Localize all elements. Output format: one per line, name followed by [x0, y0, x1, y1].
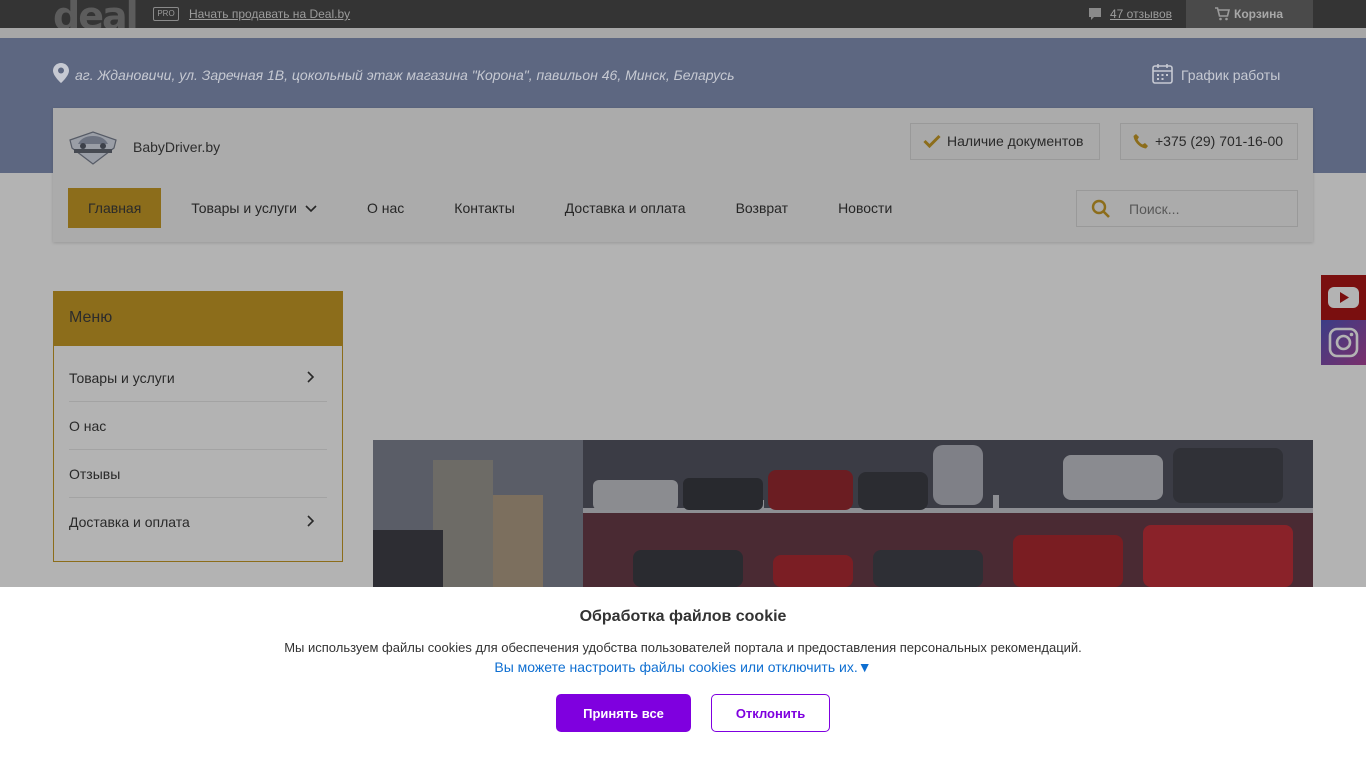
- brand-logo[interactable]: [68, 128, 118, 166]
- cart-label: Корзина: [1234, 7, 1284, 21]
- schedule-link[interactable]: График работы: [1152, 63, 1280, 84]
- accept-all-button[interactable]: Принять все: [556, 694, 691, 732]
- store-address: аг. Ждановичи, ул. Заречная 1В, цокольны…: [53, 63, 734, 83]
- calendar-icon: [1152, 64, 1173, 84]
- reviews-count: 47 отзывов: [1110, 7, 1173, 21]
- sidebar-menu: Меню Товары и услуги О нас Отзывы Достав…: [53, 291, 343, 562]
- showroom-photo-drawing: [373, 440, 1313, 587]
- chevron-down-icon: [305, 205, 317, 213]
- showroom-photo: [373, 440, 1313, 587]
- phone-number: +375 (29) 701-16-00: [1155, 133, 1284, 149]
- youtube-button[interactable]: [1321, 275, 1366, 320]
- schedule-label: График работы: [1181, 67, 1281, 83]
- instagram-button[interactable]: [1321, 320, 1366, 365]
- cookie-banner: Обработка файлов cookie Мы используем фа…: [0, 587, 1366, 768]
- reviews-link[interactable]: 47 отзывов: [1088, 7, 1172, 21]
- search-icon[interactable]: [1091, 199, 1111, 219]
- sidebar-list: Товары и услуги О нас Отзывы Доставка и …: [54, 346, 342, 546]
- sidebar-item-label: Отзывы: [69, 466, 121, 482]
- sidebar-item-products[interactable]: Товары и услуги: [69, 354, 327, 402]
- map-pin-icon: [53, 63, 69, 83]
- cart-icon: [1215, 7, 1230, 21]
- search-box: [1076, 190, 1298, 227]
- address-text: аг. Ждановичи, ул. Заречная 1В, цокольны…: [75, 67, 735, 83]
- youtube-icon: [1328, 287, 1359, 308]
- nav-item-news[interactable]: Новости: [818, 188, 912, 228]
- comment-icon: [1089, 8, 1101, 20]
- nav-item-products[interactable]: Товары и услуги: [171, 188, 337, 228]
- sidebar-item-about[interactable]: О нас: [69, 402, 327, 450]
- instagram-icon: [1328, 327, 1359, 358]
- nav-item-home[interactable]: Главная: [68, 188, 162, 228]
- nav-item-delivery[interactable]: Доставка и оплата: [545, 188, 706, 228]
- checkmark-icon: [923, 134, 941, 148]
- cookie-text: Мы используем файлы cookies для обеспече…: [284, 640, 1082, 655]
- deal-topbar: deal PRO Начать продавать на Deal.by 47 …: [0, 0, 1366, 36]
- sidebar-item-label: О нас: [69, 418, 107, 434]
- site-header-card: BabyDriver.by Наличие документов +375 (2…: [53, 108, 1313, 242]
- cart-button[interactable]: Корзина: [1186, 0, 1313, 28]
- pro-badge: PRO: [153, 7, 179, 21]
- sidebar-item-label: Доставка и оплата: [69, 514, 190, 530]
- nav-item-products-label: Товары и услуги: [191, 200, 297, 216]
- start-selling-link[interactable]: Начать продавать на Deal.by: [189, 7, 350, 21]
- documents-button[interactable]: Наличие документов: [910, 123, 1100, 160]
- search-input[interactable]: [1129, 191, 1289, 226]
- decline-button[interactable]: Отклонить: [711, 694, 830, 732]
- nav-item-returns[interactable]: Возврат: [716, 188, 809, 228]
- sidebar-title: Меню: [54, 292, 342, 346]
- documents-label: Наличие документов: [947, 133, 1084, 149]
- topbar-divider: [0, 28, 1366, 38]
- cookie-settings-link[interactable]: Вы можете настроить файлы cookies или от…: [0, 659, 1366, 675]
- nav-item-contacts[interactable]: Контакты: [434, 188, 534, 228]
- main-nav: Главная Товары и услуги О нас Контакты Д…: [68, 188, 922, 228]
- chevron-right-icon: [307, 515, 315, 527]
- chevron-right-icon: [307, 371, 315, 383]
- sidebar-item-reviews[interactable]: Отзывы: [69, 450, 327, 498]
- nav-item-about[interactable]: О нас: [347, 188, 424, 228]
- phone-icon: [1133, 134, 1148, 149]
- cookie-title: Обработка файлов cookie: [579, 608, 787, 625]
- brand-name[interactable]: BabyDriver.by: [133, 139, 220, 155]
- sidebar-item-delivery[interactable]: Доставка и оплата: [69, 498, 327, 546]
- phone-button[interactable]: +375 (29) 701-16-00: [1120, 123, 1298, 160]
- sidebar-item-label: Товары и услуги: [69, 370, 175, 386]
